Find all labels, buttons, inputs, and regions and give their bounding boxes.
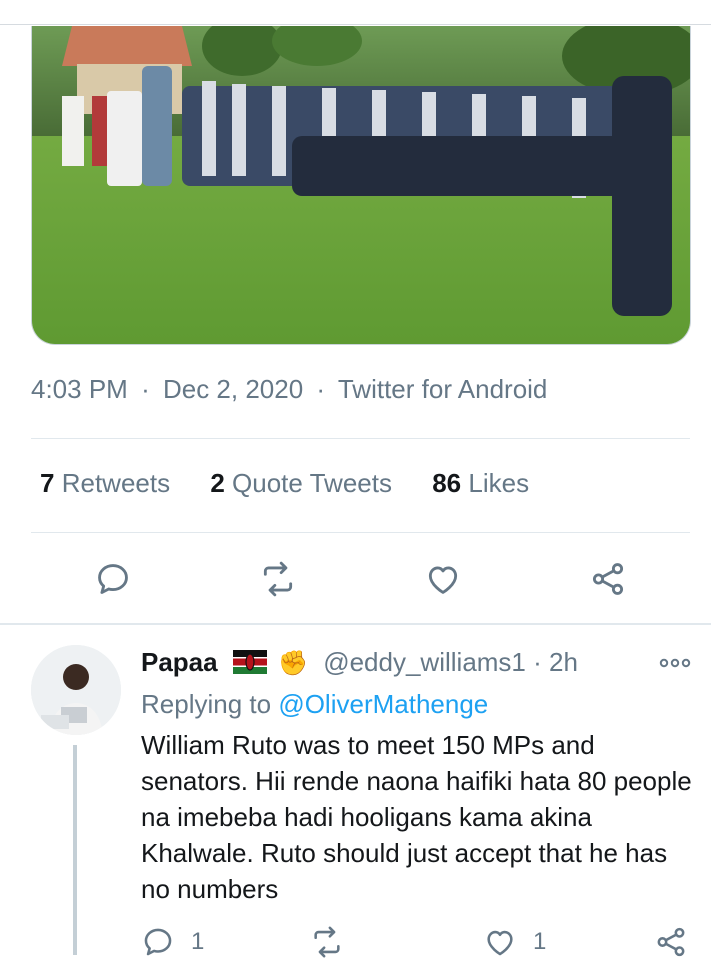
- tweet-action-bar: [0, 555, 711, 605]
- replying-to-line: Replying to @OliverMathenge: [141, 687, 701, 721]
- quote-tweets-label: Quote Tweets: [232, 468, 392, 498]
- retweet-icon: [314, 926, 340, 958]
- reply-reply-button[interactable]: 1: [141, 925, 204, 959]
- tweet-stats: 7 Retweets 2 Quote Tweets 86 Likes: [40, 468, 562, 499]
- tweet-photo[interactable]: [31, 26, 691, 345]
- reply-separator: ·: [533, 647, 542, 677]
- reply-text: William Ruto was to meet 150 MPs and sen…: [141, 730, 692, 904]
- divider: [31, 532, 690, 533]
- reply-like-button[interactable]: 1: [483, 925, 546, 959]
- top-bar: [0, 0, 711, 25]
- replying-prefix: Replying to: [141, 689, 272, 719]
- reply-icon: [144, 928, 172, 956]
- meta-separator: ·: [141, 374, 150, 404]
- reply-action-bar: 1 1: [0, 925, 711, 958]
- reply-time: 2h: [549, 647, 578, 677]
- divider: [31, 438, 690, 439]
- retweets-label: Retweets: [61, 468, 171, 498]
- likes-count: 86: [432, 468, 462, 498]
- share-icon: [657, 927, 685, 957]
- photo-illustration: [32, 26, 690, 344]
- meta-separator: ·: [316, 374, 326, 404]
- tweet-date: Dec 2, 2020: [162, 374, 304, 404]
- more-options-icon: [659, 658, 691, 668]
- tweet-time: 4:03 PM: [31, 374, 128, 404]
- reply-tweet[interactable]: Papaa ✊ @eddy_williams1 · 2h Replying to…: [141, 645, 701, 907]
- reply-retweet-button[interactable]: [310, 925, 344, 959]
- reply-button[interactable]: [89, 555, 137, 603]
- retweets-count: 7: [40, 468, 55, 498]
- reply-author-handle[interactable]: @eddy_williams1: [323, 647, 526, 677]
- like-icon: [487, 930, 513, 956]
- tweet-timestamp: 4:03 PM · Dec 2, 2020 · Twitter for Andr…: [31, 374, 547, 405]
- thread-line: [73, 745, 77, 955]
- share-button[interactable]: [584, 555, 632, 603]
- section-divider: [0, 623, 711, 625]
- more-options-button[interactable]: [659, 656, 691, 674]
- reply-share-button[interactable]: [654, 925, 688, 959]
- reply-avatar[interactable]: [31, 645, 121, 735]
- likes-label: Likes: [468, 468, 530, 498]
- reply-header: Papaa ✊ @eddy_williams1 · 2h: [141, 645, 701, 681]
- likes-stat[interactable]: 86 Likes: [432, 468, 529, 498]
- raised-fist-icon: ✊: [278, 650, 308, 677]
- retweet-button[interactable]: [254, 555, 302, 603]
- quote-tweets-count: 2: [210, 468, 225, 498]
- replying-mention-link[interactable]: @OliverMathenge: [278, 689, 488, 719]
- retweets-stat[interactable]: 7 Retweets: [40, 468, 170, 498]
- retweet-icon: [263, 561, 293, 597]
- like-button[interactable]: [419, 555, 467, 603]
- reply-author-name[interactable]: Papaa: [141, 647, 218, 677]
- reply-likes-count: 1: [533, 928, 547, 955]
- like-icon: [428, 566, 458, 594]
- avatar-photo: [31, 645, 121, 735]
- reply-replies-count: 1: [191, 928, 205, 955]
- kenya-flag-icon: [232, 650, 267, 674]
- quote-tweets-stat[interactable]: 2 Quote Tweets: [210, 468, 392, 498]
- share-icon: [592, 563, 624, 595]
- tweet-client-link[interactable]: Twitter for Android: [338, 374, 548, 404]
- reply-icon: [98, 564, 128, 594]
